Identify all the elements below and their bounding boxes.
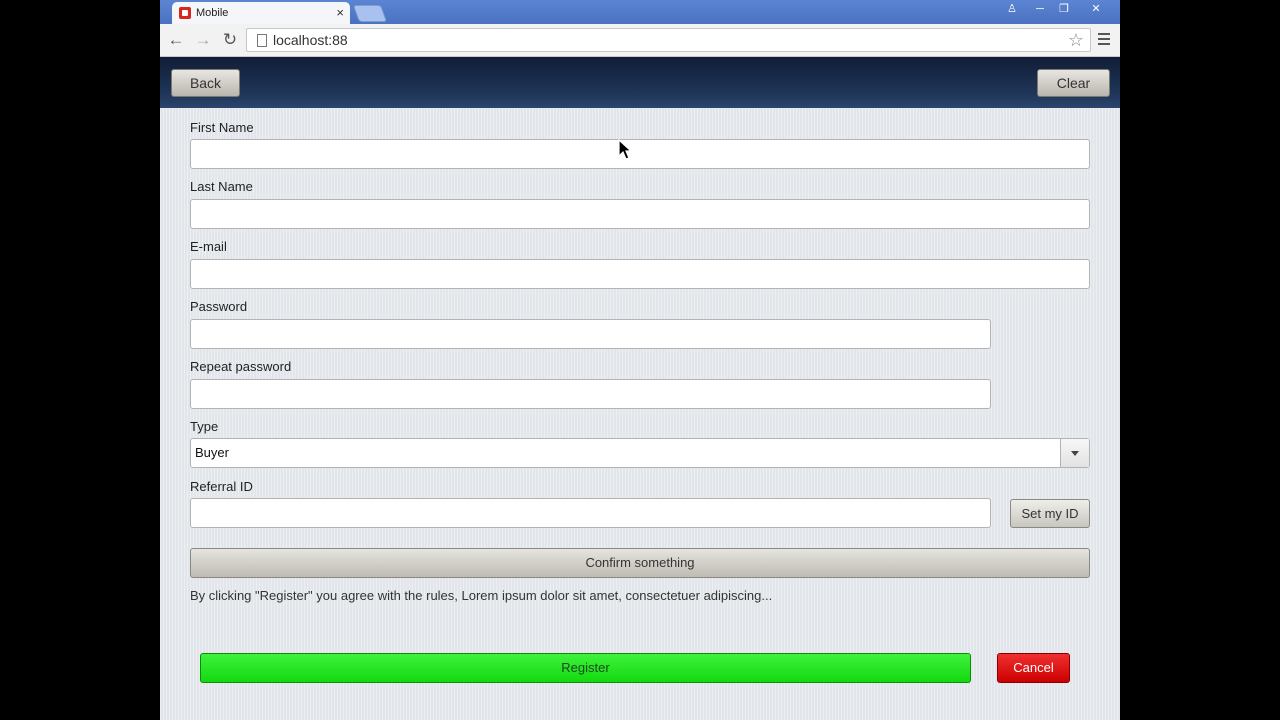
tab-strip: Mobile × ♙ ─ ❐ ✕ <box>160 0 1120 24</box>
menu-icon[interactable] <box>1098 33 1110 45</box>
type-select[interactable]: Buyer <box>190 438 1090 468</box>
referral-id-label: Referral ID <box>190 479 253 494</box>
repeat-password-label: Repeat password <box>190 359 292 374</box>
chevron-down-icon[interactable] <box>1060 439 1089 467</box>
set-my-id-button[interactable]: Set my ID <box>1010 499 1090 528</box>
restore-icon[interactable]: ❐ <box>1053 1 1075 17</box>
last-name-label: Last Name <box>190 179 253 194</box>
browser-tab[interactable]: Mobile × <box>172 2 350 24</box>
address-bar[interactable]: localhost:88 ☆ <box>246 28 1091 52</box>
repeat-password-input[interactable] <box>190 379 991 409</box>
email-label: E-mail <box>190 239 227 254</box>
registration-form: First Name Last Name E-mail Password Rep… <box>160 108 1120 720</box>
url-text[interactable]: localhost:88 <box>273 29 348 51</box>
tab-title: Mobile <box>196 7 229 19</box>
type-select-value: Buyer <box>195 445 229 460</box>
favicon-icon <box>179 7 191 19</box>
new-tab-button[interactable] <box>352 5 388 22</box>
confirm-button[interactable]: Confirm something <box>190 548 1090 578</box>
window-close-icon[interactable]: ✕ <box>1085 1 1107 17</box>
terms-text: By clicking "Register" you agree with th… <box>190 588 773 603</box>
first-name-input[interactable] <box>190 139 1090 169</box>
type-label: Type <box>190 419 219 434</box>
back-icon[interactable]: ← <box>165 30 187 50</box>
register-button[interactable]: Register <box>200 653 971 683</box>
first-name-label: First Name <box>190 120 254 135</box>
mouse-cursor-icon <box>618 139 633 160</box>
last-name-input[interactable] <box>190 199 1090 229</box>
password-label: Password <box>190 299 248 314</box>
back-button[interactable]: Back <box>171 69 240 97</box>
clear-button[interactable]: Clear <box>1037 69 1110 97</box>
app-header: Back Clear <box>160 57 1120 108</box>
reload-icon[interactable]: ↻ <box>219 30 241 50</box>
user-icon[interactable]: ♙ <box>1001 1 1023 17</box>
star-icon[interactable]: ☆ <box>1068 29 1084 51</box>
email-input[interactable] <box>190 259 1090 289</box>
browser-toolbar: ← → ↻ localhost:88 ☆ <box>160 24 1120 57</box>
cancel-button[interactable]: Cancel <box>997 653 1070 683</box>
password-input[interactable] <box>190 319 991 349</box>
forward-icon[interactable]: → <box>192 30 214 50</box>
minimize-icon[interactable]: ─ <box>1029 1 1051 17</box>
page-icon <box>257 34 267 47</box>
referral-id-input[interactable] <box>190 498 991 528</box>
close-icon[interactable]: × <box>336 2 344 24</box>
browser-window: Mobile × ♙ ─ ❐ ✕ ← → ↻ localhost:88 ☆ Ba… <box>160 0 1120 720</box>
